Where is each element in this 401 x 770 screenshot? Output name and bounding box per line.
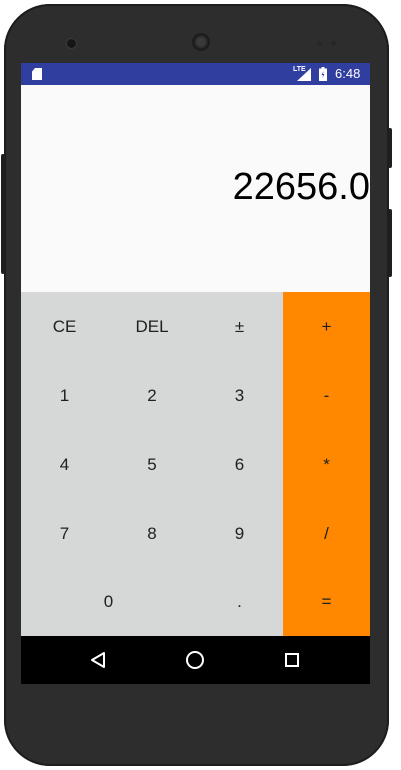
keypad: CE DEL ± + 1 2 3 - 4 5 6 * 7 8 9 / 0 . = (21, 292, 370, 636)
digit-2-button[interactable]: 2 (108, 361, 196, 430)
status-bar: LTE 6:48 (21, 63, 370, 85)
front-camera (67, 39, 76, 48)
equals-button[interactable]: = (283, 568, 370, 636)
display-value: 22656.0 (232, 166, 370, 208)
plus-minus-button[interactable]: ± (196, 292, 283, 361)
earpiece-speaker (192, 33, 210, 51)
digit-9-button[interactable]: 9 (196, 499, 283, 568)
home-button[interactable] (165, 636, 225, 684)
digit-4-button[interactable]: 4 (21, 430, 108, 499)
digit-8-button[interactable]: 8 (108, 499, 196, 568)
digit-7-button[interactable]: 7 (21, 499, 108, 568)
power-button (388, 128, 392, 168)
digit-1-button[interactable]: 1 (21, 361, 108, 430)
back-button[interactable] (68, 636, 128, 684)
delete-button[interactable]: DEL (108, 292, 196, 361)
multiply-button[interactable]: * (283, 430, 370, 499)
digit-0-button[interactable]: 0 (21, 568, 196, 636)
navigation-bar (21, 636, 370, 684)
signal-icon (297, 68, 311, 81)
decimal-point-button[interactable]: . (196, 568, 283, 636)
clock-time: 6:48 (335, 66, 361, 81)
light-sensor (331, 41, 336, 46)
volume-button-left (1, 154, 5, 274)
sd-card-icon (32, 68, 42, 80)
subtract-button[interactable]: - (283, 361, 370, 430)
home-icon (186, 651, 204, 669)
screen: LTE 6:48 22656.0 CE DEL ± + 1 2 3 - 4 5 … (21, 63, 370, 684)
volume-button (388, 209, 392, 277)
recents-button[interactable] (262, 636, 322, 684)
digit-5-button[interactable]: 5 (108, 430, 196, 499)
battery-icon (319, 67, 327, 81)
clear-entry-button[interactable]: CE (21, 292, 108, 361)
recents-icon (285, 653, 299, 667)
digit-6-button[interactable]: 6 (196, 430, 283, 499)
proximity-sensor (317, 41, 322, 46)
digit-3-button[interactable]: 3 (196, 361, 283, 430)
back-icon (91, 652, 105, 668)
add-button[interactable]: + (283, 292, 370, 361)
calculator-display: 22656.0 (21, 85, 370, 292)
divide-button[interactable]: / (283, 499, 370, 568)
